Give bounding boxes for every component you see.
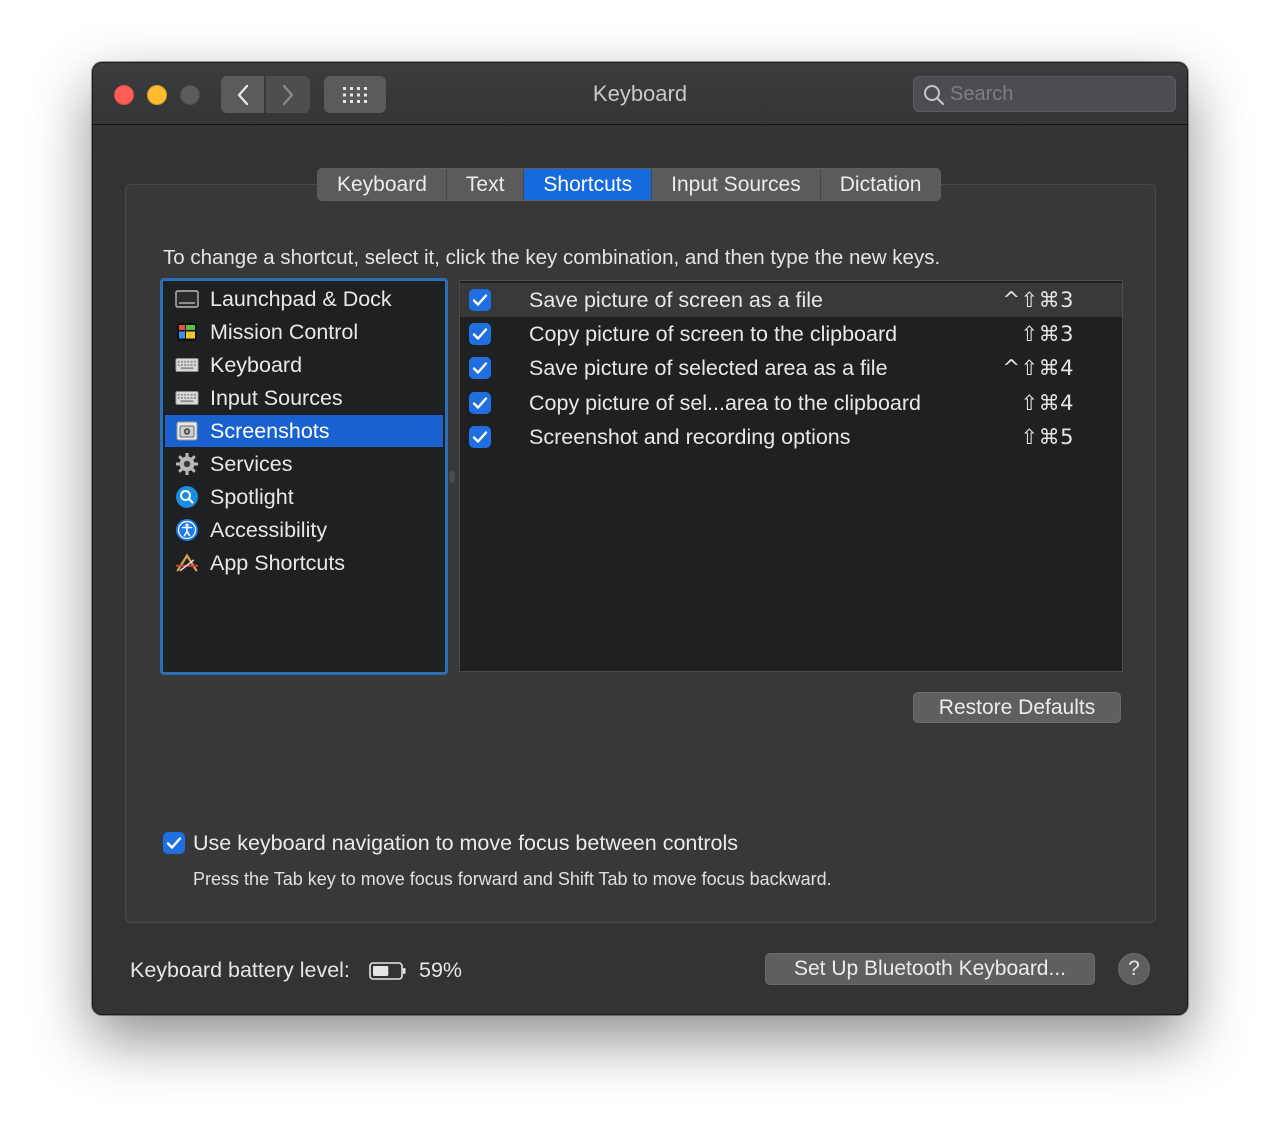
shortcut-row[interactable]: Screenshot and recording options ⇧⌘5 — [460, 420, 1122, 454]
shortcut-label: Copy picture of screen to the clipboard — [529, 321, 898, 346]
help-button[interactable]: ? — [1118, 953, 1150, 985]
checkmark-icon — [166, 837, 182, 849]
instructions-text: To change a shortcut, select it, click t… — [163, 246, 941, 269]
set-up-bluetooth-keyboard-button[interactable]: Set Up Bluetooth Keyboard... — [765, 953, 1095, 985]
shortcut-checkbox[interactable] — [469, 426, 491, 448]
keyboard-navigation-checkbox[interactable] — [163, 832, 185, 854]
spotlight-icon — [175, 486, 199, 508]
category-mission-control[interactable]: Mission Control — [165, 316, 443, 348]
checkmark-icon — [472, 397, 488, 409]
keyboard-preferences-window: Keyboard Keyboard Text Shortcuts Input S… — [92, 62, 1188, 1015]
category-spotlight[interactable]: Spotlight — [165, 481, 443, 513]
tab-input-sources[interactable]: Input Sources — [652, 169, 821, 200]
category-label: Launchpad & Dock — [210, 286, 392, 311]
tab-dictation[interactable]: Dictation — [821, 169, 941, 200]
checkmark-icon — [472, 328, 488, 340]
gear-icon — [175, 453, 199, 475]
checkmark-icon — [472, 294, 488, 306]
category-services[interactable]: Services — [165, 448, 443, 480]
checkmark-icon — [472, 362, 488, 374]
category-label: Keyboard — [210, 352, 303, 377]
shortcut-checkbox[interactable] — [469, 357, 491, 379]
search-icon — [924, 85, 945, 106]
search-field[interactable] — [913, 76, 1176, 112]
keyboard-icon — [175, 354, 199, 376]
category-screenshots[interactable]: Screenshots — [165, 415, 443, 447]
shortcut-keys[interactable]: ⇧⌘4 — [1021, 391, 1074, 415]
restore-defaults-button[interactable]: Restore Defaults — [913, 692, 1121, 723]
shortcut-keys[interactable]: ^⇧⌘3 — [1002, 288, 1074, 312]
launchpad-icon — [175, 288, 199, 310]
shortcut-row[interactable]: Copy picture of screen to the clipboard … — [460, 317, 1122, 351]
input-sources-icon — [175, 387, 199, 409]
mission-control-icon — [175, 321, 199, 343]
keyboard-navigation-hint: Press the Tab key to move focus forward … — [193, 869, 832, 889]
category-input-sources[interactable]: Input Sources — [165, 382, 443, 414]
screenshot-icon — [175, 420, 199, 442]
accessibility-icon — [175, 519, 199, 541]
category-accessibility[interactable]: Accessibility — [165, 514, 443, 546]
shortcut-row[interactable]: Save picture of screen as a file ^⇧⌘3 — [460, 283, 1122, 317]
shortcut-keys[interactable]: ⇧⌘5 — [1021, 425, 1074, 449]
battery-icon — [369, 962, 406, 980]
keyboard-navigation-label[interactable]: Use keyboard navigation to move focus be… — [193, 831, 738, 856]
shortcut-keys[interactable]: ^⇧⌘4 — [1002, 356, 1074, 380]
tab-shortcuts[interactable]: Shortcuts — [524, 169, 653, 200]
battery-percentage: 59% — [419, 958, 463, 982]
category-list[interactable]: Launchpad & Dock Mission Control Keyboar… — [160, 278, 448, 675]
split-view-divider[interactable] — [449, 471, 455, 483]
category-keyboard[interactable]: Keyboard — [165, 349, 443, 381]
shortcut-checkbox[interactable] — [469, 323, 491, 345]
shortcut-checkbox[interactable] — [469, 289, 491, 311]
shortcut-list[interactable]: Save picture of screen as a file ^⇧⌘3 Co… — [459, 280, 1123, 672]
tab-bar: Keyboard Text Shortcuts Input Sources Di… — [317, 168, 942, 201]
category-label: Spotlight — [210, 484, 294, 509]
shortcut-row[interactable]: Copy picture of sel...area to the clipbo… — [460, 386, 1122, 420]
category-label: App Shortcuts — [210, 550, 346, 575]
title-bar: Keyboard — [93, 63, 1187, 125]
shortcut-keys[interactable]: ⇧⌘3 — [1021, 322, 1074, 346]
shortcut-checkbox[interactable] — [469, 392, 491, 414]
category-launchpad-dock[interactable]: Launchpad & Dock — [165, 283, 443, 315]
tab-text[interactable]: Text — [447, 169, 525, 200]
battery-level-label: Keyboard battery level: — [130, 958, 350, 982]
category-label: Services — [210, 451, 293, 476]
category-label: Mission Control — [210, 319, 359, 344]
shortcut-row[interactable]: Save picture of selected area as a file … — [460, 351, 1122, 385]
app-store-icon — [175, 552, 199, 574]
shortcut-label: Save picture of screen as a file — [529, 287, 823, 312]
category-app-shortcuts[interactable]: App Shortcuts — [165, 547, 443, 579]
tab-keyboard[interactable]: Keyboard — [318, 169, 447, 200]
shortcut-label: Save picture of selected area as a file — [529, 355, 888, 380]
category-label: Accessibility — [210, 517, 328, 542]
shortcut-label: Copy picture of sel...area to the clipbo… — [529, 390, 921, 415]
category-label: Input Sources — [210, 385, 343, 410]
shortcut-label: Screenshot and recording options — [529, 424, 851, 449]
search-input[interactable] — [950, 80, 1170, 108]
checkmark-icon — [472, 431, 488, 443]
category-label: Screenshots — [210, 418, 330, 443]
